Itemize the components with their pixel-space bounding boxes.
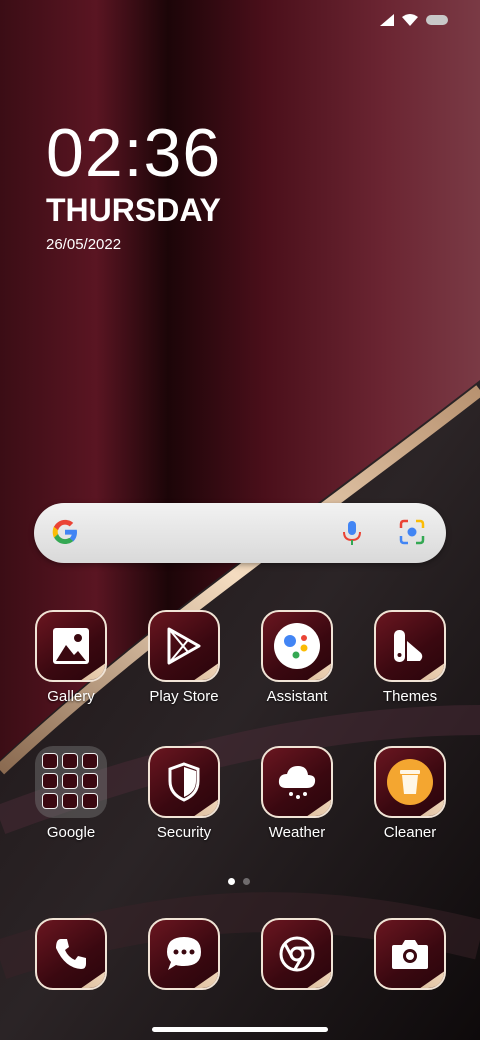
gesture-nav-bar[interactable] xyxy=(152,1027,328,1032)
folder-app-icon xyxy=(82,753,98,769)
folder-app-icon xyxy=(82,773,98,789)
app-label: Themes xyxy=(382,688,438,705)
signal-icon xyxy=(380,14,394,26)
app-label: Google xyxy=(46,824,96,841)
page-indicator xyxy=(228,878,250,885)
app-security[interactable]: Security xyxy=(134,746,234,841)
shield-icon xyxy=(150,748,218,816)
clock-day: THURSDAY xyxy=(46,192,221,228)
dock-messages[interactable] xyxy=(134,918,234,990)
gallery-icon xyxy=(37,612,105,680)
page-dot-active xyxy=(228,878,235,885)
folder-app-icon xyxy=(42,793,58,809)
app-label: Assistant xyxy=(266,688,328,705)
app-label: Cleaner xyxy=(383,824,437,841)
dock-phone[interactable] xyxy=(21,918,121,990)
folder-google[interactable]: Google xyxy=(21,746,121,841)
app-label: Weather xyxy=(268,824,326,841)
app-themes[interactable]: Themes xyxy=(360,610,460,705)
folder-app-icon xyxy=(62,773,78,789)
cleaner-trash-icon xyxy=(376,748,444,816)
phone-icon xyxy=(37,920,105,988)
folder-app-icon xyxy=(42,753,58,769)
app-label: Security xyxy=(156,824,212,841)
app-play-store[interactable]: Play Store xyxy=(134,610,234,705)
mic-icon[interactable] xyxy=(340,519,364,547)
wifi-icon xyxy=(402,14,418,26)
folder-app-icon xyxy=(42,773,58,789)
themes-icon xyxy=(376,612,444,680)
chrome-icon xyxy=(263,920,331,988)
google-search-bar[interactable] xyxy=(34,503,446,563)
clock-widget[interactable]: 02:36 THURSDAY 26/05/2022 xyxy=(46,118,221,253)
app-label: Gallery xyxy=(47,688,95,705)
app-assistant[interactable]: Assistant xyxy=(247,610,347,705)
app-cleaner[interactable]: Cleaner xyxy=(360,746,460,841)
play-store-icon xyxy=(150,612,218,680)
assistant-icon xyxy=(263,612,331,680)
dock-chrome[interactable] xyxy=(247,918,347,990)
camera-icon xyxy=(376,920,444,988)
app-weather[interactable]: Weather xyxy=(247,746,347,841)
dock-camera[interactable] xyxy=(360,918,460,990)
folder-app-icon xyxy=(82,793,98,809)
folder-app-icon xyxy=(62,793,78,809)
app-gallery[interactable]: Gallery xyxy=(21,610,121,705)
status-bar xyxy=(380,14,448,26)
page-dot xyxy=(243,878,250,885)
folder-app-grid xyxy=(42,753,98,809)
folder-app-icon xyxy=(62,753,78,769)
messages-icon xyxy=(150,920,218,988)
battery-icon xyxy=(426,15,448,25)
google-g-icon xyxy=(52,519,77,544)
lens-icon[interactable] xyxy=(398,518,426,546)
clock-date: 26/05/2022 xyxy=(46,236,122,253)
app-label: Play Store xyxy=(149,688,219,705)
clock-time: 02:36 xyxy=(46,115,222,191)
weather-cloud-icon xyxy=(263,748,331,816)
